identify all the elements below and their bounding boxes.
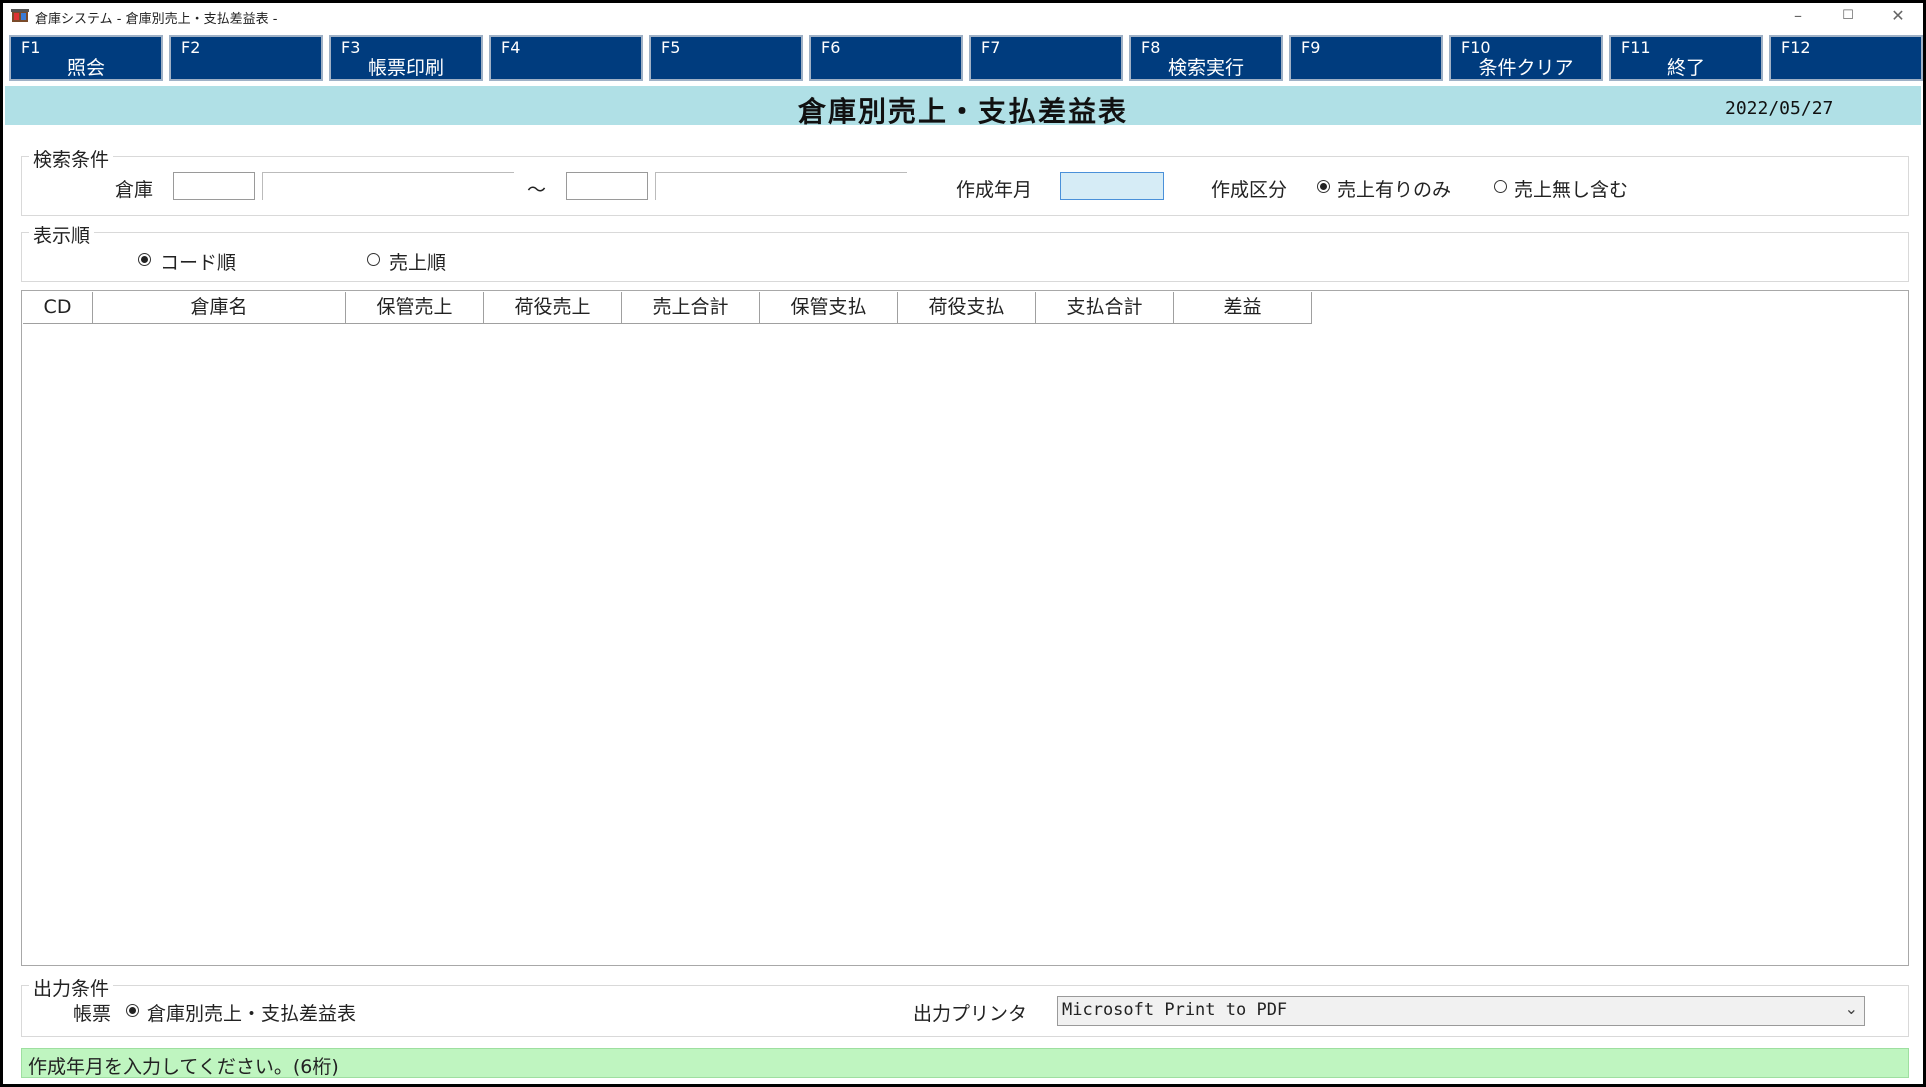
fkey-f9-button[interactable]: F9 [1289, 35, 1443, 81]
fkey-label: 条件クリア [1478, 57, 1574, 79]
fkey-f12-button[interactable]: F12 [1769, 35, 1923, 81]
fkey-f5-button[interactable]: F5 [649, 35, 803, 81]
order-option-label[interactable]: 売上順 [389, 248, 446, 275]
fkey-number: F10 [1461, 38, 1491, 57]
fkey-f2-button[interactable]: F2 [169, 35, 323, 81]
order-radio-code[interactable] [138, 253, 151, 266]
fkey-number: F3 [341, 38, 361, 57]
warehouse-to-name-field [655, 172, 907, 200]
column-header[interactable]: 差益 [1174, 292, 1312, 323]
close-button[interactable]: ✕ [1875, 3, 1921, 31]
fkey-f1-button[interactable]: F1 照会 [9, 35, 163, 81]
printer-label: 出力プリンタ [913, 1003, 1028, 1025]
month-label: 作成年月 [956, 179, 1033, 201]
fkey-f11-button[interactable]: F11 終了 [1609, 35, 1763, 81]
fkey-label: 終了 [1666, 57, 1705, 79]
status-bar: 作成年月を入力してください。(6桁) [21, 1048, 1909, 1078]
page-title: 倉庫別売上・支払差益表 [797, 95, 1128, 128]
fkey-number: F6 [821, 38, 841, 57]
fkey-number: F9 [1301, 38, 1321, 57]
screen-header: 倉庫別売上・支払差益表 2022/05/27 [5, 86, 1921, 128]
status-message: 作成年月を入力してください。(6桁) [28, 1056, 339, 1078]
printer-selected-value: Microsoft Print to PDF [1062, 1000, 1288, 1020]
maximize-button[interactable]: ☐ [1825, 3, 1871, 31]
fkey-number: F7 [981, 38, 1001, 57]
search-conditions-title: 検索条件 [29, 145, 114, 172]
printer-select[interactable]: Microsoft Print to PDF ⌄ [1057, 996, 1865, 1026]
current-date: 2022/05/27 [1725, 98, 1834, 119]
fkey-number: F12 [1781, 38, 1811, 57]
minimize-button[interactable]: – [1775, 3, 1821, 31]
month-input[interactable] [1060, 172, 1164, 200]
column-header[interactable]: 支払合計 [1036, 292, 1174, 323]
fkey-f8-button[interactable]: F8 検索実行 [1129, 35, 1283, 81]
fkey-f6-button[interactable]: F6 [809, 35, 963, 81]
fkey-number: F4 [501, 38, 521, 57]
warehouse-label: 倉庫 [115, 179, 154, 201]
fkey-f7-button[interactable]: F7 [969, 35, 1123, 81]
kind-label: 作成区分 [1211, 179, 1288, 201]
fkey-label: 照会 [66, 57, 105, 79]
column-header[interactable]: 荷役支払 [898, 292, 1036, 323]
fkey-number: F8 [1141, 38, 1161, 57]
column-header[interactable]: 保管支払 [760, 292, 898, 323]
fkey-number: F2 [181, 38, 201, 57]
display-order-group [21, 232, 1909, 282]
fkey-f10-button[interactable]: F10 条件クリア [1449, 35, 1603, 81]
app-icon [11, 9, 29, 22]
warehouse-to-code-input[interactable] [566, 172, 648, 200]
order-option-label[interactable]: コード順 [160, 248, 236, 275]
grid-header-row: CD 倉庫名 保管売上 荷役売上 売上合計 保管支払 荷役支払 支払合計 差益 [23, 292, 1312, 324]
output-conditions-title: 出力条件 [29, 974, 114, 1001]
fkey-f4-button[interactable]: F4 [489, 35, 643, 81]
warehouse-from-name-field [262, 172, 514, 200]
results-grid[interactable]: CD 倉庫名 保管売上 荷役売上 売上合計 保管支払 荷役支払 支払合計 差益 [21, 290, 1909, 966]
warehouse-from-code-input[interactable] [173, 172, 255, 200]
fkey-label: 帳票印刷 [367, 57, 444, 79]
display-order-title: 表示順 [29, 221, 95, 248]
report-option-label[interactable]: 倉庫別売上・支払差益表 [147, 999, 356, 1026]
kind-option-label[interactable]: 売上無し含む [1514, 175, 1628, 202]
window-title: 倉庫システム - 倉庫別売上・支払差益表 - [35, 12, 278, 27]
kind-option-label[interactable]: 売上有りのみ [1337, 175, 1451, 202]
column-header[interactable]: CD [23, 292, 93, 323]
application-window: 倉庫システム - 倉庫別売上・支払差益表 - – ☐ ✕ F1 照会 F2 F3 帳… [3, 3, 1923, 1084]
report-label: 帳票 [73, 1003, 112, 1025]
chevron-down-icon[interactable]: ⌄ [1845, 999, 1858, 1018]
kind-radio-include-none[interactable] [1494, 180, 1507, 193]
title-bar: 倉庫システム - 倉庫別売上・支払差益表 - – ☐ ✕ [3, 3, 1923, 31]
range-separator: ～ [527, 179, 547, 201]
fkey-number: F5 [661, 38, 681, 57]
fkey-label: 検索実行 [1167, 57, 1244, 79]
fkey-f3-button[interactable]: F3 帳票印刷 [329, 35, 483, 81]
kind-radio-sales-only[interactable] [1317, 180, 1330, 193]
column-header[interactable]: 売上合計 [622, 292, 760, 323]
column-header[interactable]: 倉庫名 [93, 292, 346, 323]
fkey-number: F1 [21, 38, 41, 57]
order-radio-sales[interactable] [367, 253, 380, 266]
column-header[interactable]: 荷役売上 [484, 292, 622, 323]
fkey-number: F11 [1621, 38, 1651, 57]
column-header[interactable]: 保管売上 [346, 292, 484, 323]
report-radio[interactable] [126, 1004, 139, 1017]
